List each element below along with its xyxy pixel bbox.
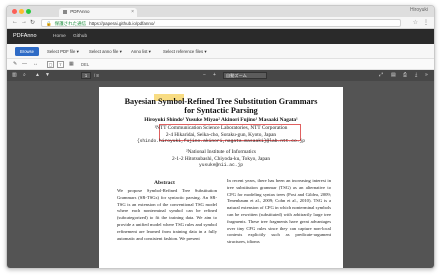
browser-tab[interactable]: PDFAnno × [59,8,137,17]
maximize-window-icon[interactable] [26,9,31,14]
tools-menu-icon[interactable]: » [425,72,428,78]
page-number-input[interactable]: 1 [81,72,91,79]
tab-close-icon[interactable]: × [131,9,134,15]
tab-strip: PDFAnno × Hiroyuki [7,6,434,17]
open-file-icon[interactable]: ▤ [391,72,396,78]
select-anno-dropdown[interactable]: Select anno file ▾ [89,49,122,55]
zoom-in-icon[interactable]: + [213,72,216,78]
paper-title: Bayesian Symbol-Refined Tree Substitutio… [99,97,343,115]
anno-list-dropdown[interactable]: Anno list ▾ [131,49,151,55]
secure-label: 保護された通信 [54,21,87,26]
profile-name[interactable]: Hiroyuki [410,7,428,13]
url-field[interactable]: 🔒 保護された通信 https://paperai.github.io/pdfann… [41,19,401,27]
browser-window: PDFAnno × Hiroyuki ← → ↻ 🔒 保護された通信 https:/… [6,5,435,269]
paper-title-line1: Bayesian Symbol-Refined Tree Substitutio… [124,97,318,106]
pdf-page[interactable]: Bayesian Symbol-Refined Tree Substitutio… [99,87,343,268]
reload-icon[interactable]: ↻ [30,19,35,26]
paper-authors: Hiroyuki Shindo¹ Yusuke Miyao² Akinori F… [144,117,298,123]
prev-page-icon[interactable]: ▲ [35,72,40,78]
pen-tool-icon[interactable]: ✎ [13,61,17,67]
url-text: https://paperai.github.io/pdfanno/ [89,21,155,26]
page-total: / 8 [94,73,99,78]
nav-github[interactable]: Github [73,34,87,39]
span-tool-icon[interactable]: — [22,61,27,67]
affiliation-2-line2: 2-1-2 Hitotsubashi, Chiyoda-ku, Tokyo, J… [172,156,270,162]
rect-tool-icon[interactable]: ▢ [47,61,54,68]
next-page-icon[interactable]: ▼ [45,72,50,78]
find-icon[interactable]: ⌕ [23,72,26,78]
app-brand[interactable]: PDFAnno [13,33,37,39]
browse-button[interactable]: Browse [15,47,39,56]
grid-tool-icon[interactable]: ▦ [69,61,74,67]
print-icon[interactable]: ⎙ [403,72,407,78]
nav-home[interactable]: Home [53,34,66,39]
app-navbar: PDFAnno Home Github [7,29,434,44]
delete-button[interactable]: DEL [81,62,89,67]
affiliation-1-line1: ¹NTT Communication Science Laboratories,… [154,125,288,131]
pdf-viewer-toolbar: ▥ ⌕ ▲ ▼ 1 / 8 − + 自動ズーム ⤢ ▤ ⎙ ⤓ » [7,70,434,81]
fullscreen-icon[interactable]: ⤢ [379,72,383,78]
address-bar: ← → ↻ 🔒 保護された通信 https://paperai.github.io/… [7,17,434,29]
annotation-toolbar: ✎ — ↔ ▢ T ▦ DEL [7,59,434,70]
forward-icon[interactable]: → [21,19,27,25]
browser-menu-icon[interactable]: ⋮ [423,19,429,26]
download-icon[interactable]: ⤓ [415,72,417,78]
tab-title: PDFAnno [70,9,90,14]
abstract-text: We propose Symbol-Refined Tree Substitut… [117,188,217,241]
select-pdf-dropdown[interactable]: Select PDF file ▾ [47,49,79,55]
secure-lock-icon: 🔒 [46,21,52,26]
file-toolbar: Browse Select PDF file ▾ Select anno fil… [7,44,434,59]
affiliation-2-email: yusuke@nii.ac.jp [198,163,244,168]
select-reference-dropdown[interactable]: Select reference files ▾ [163,49,206,55]
affiliation-1-line2: 2-4 Hikaridai, Seika-cho, Soraku-gun, Ky… [165,132,277,138]
intro-text: In recent years, there has been an incre… [227,178,331,245]
affiliation-1-email: {shindo.hiroyuki,fujino.akinori,nagata.m… [136,139,306,144]
paper-title-line2: for Syntactic Parsing [184,106,258,115]
affiliation-2-line1: ²National Institute of Informatics [186,149,256,155]
pdf-viewer-area[interactable]: Bayesian Symbol-Refined Tree Substitutio… [7,81,434,268]
zoom-out-icon[interactable]: − [203,72,206,78]
relation-tool-icon[interactable]: ↔ [33,61,38,67]
close-window-icon[interactable] [12,9,17,14]
abstract-heading: Abstract [154,180,175,186]
back-icon[interactable]: ← [12,19,18,25]
favicon-icon [63,9,67,14]
minimize-window-icon[interactable] [19,9,24,14]
text-tool-icon[interactable]: T [57,61,64,68]
zoom-select[interactable]: 自動ズーム [223,72,267,79]
sidebar-toggle-icon[interactable]: ▥ [12,72,17,78]
bookmark-star-icon[interactable]: ☆ [413,19,418,26]
